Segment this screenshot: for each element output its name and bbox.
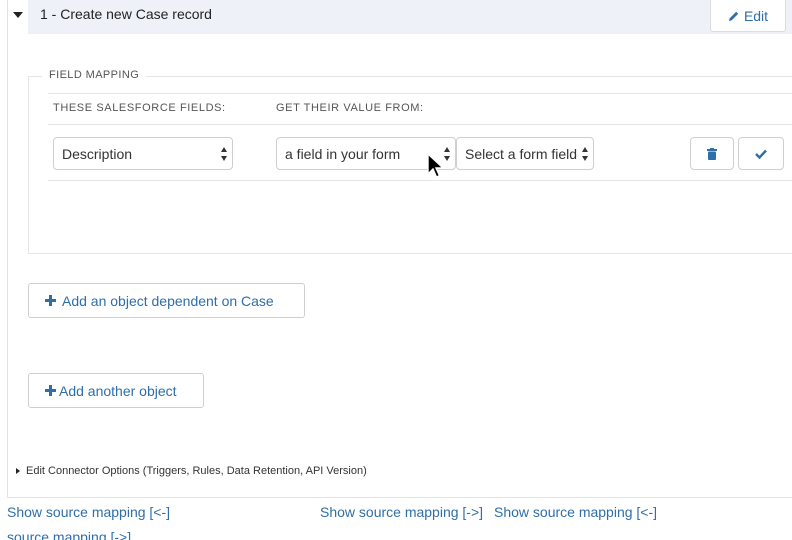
connector-page: 1 - Create new Case record Edit FIELD MA… [0,0,792,540]
form-field-value: Select a form field [465,145,578,162]
connector-options-toggle[interactable]: Edit Connector Options (Triggers, Rules,… [16,465,367,477]
connector-options-label: Edit Connector Options (Triggers, Rules,… [26,465,367,477]
show-source-mapping-left-link[interactable]: Show source mapping [<-] [7,504,170,520]
object-title: 1 - Create new Case record [40,6,212,22]
select-arrows-icon [582,147,589,161]
divider [48,124,792,125]
value-source-value: a field in your form [285,145,401,162]
add-another-object-label: Add another object [59,382,177,399]
select-arrows-icon [444,147,451,161]
divider [7,497,792,498]
confirm-mapping-button[interactable] [738,137,784,170]
add-another-object-button[interactable]: Add another object [28,373,204,408]
form-field-select[interactable]: Select a form field [456,137,594,170]
caret-right-icon [16,468,20,474]
show-source-mapping-right-link[interactable]: Show source mapping [->] [320,504,483,520]
edit-button[interactable]: Edit [710,0,786,32]
field-mapping-legend: FIELD MAPPING [42,69,147,81]
pencil-icon [728,11,739,21]
show-source-mapping-left-link[interactable]: Show source mapping [<-] [494,504,657,520]
salesforce-field-select[interactable]: Description [53,137,233,170]
salesforce-fields-header: THESE SALESFORCE FIELDS: [53,102,226,114]
salesforce-field-value: Description [62,145,133,162]
panel-left-border [7,0,8,498]
divider [48,93,792,94]
divider [48,180,792,181]
caret-down-icon[interactable] [13,12,23,18]
add-dependent-object-button[interactable]: Add an object dependent on Case [28,283,305,318]
trash-icon [707,147,717,160]
delete-mapping-button[interactable] [690,137,734,170]
value-source-header: GET THEIR VALUE FROM: [276,102,424,114]
add-dependent-object-label: Add an object dependent on Case [62,292,274,309]
edit-label: Edit [743,7,769,24]
plus-icon [45,295,56,306]
check-icon [755,149,767,159]
plus-icon [45,385,56,396]
select-arrows-icon [221,147,228,161]
mouse-pointer-icon [427,153,445,178]
source-mapping-link[interactable]: source mapping [->] [7,529,131,540]
